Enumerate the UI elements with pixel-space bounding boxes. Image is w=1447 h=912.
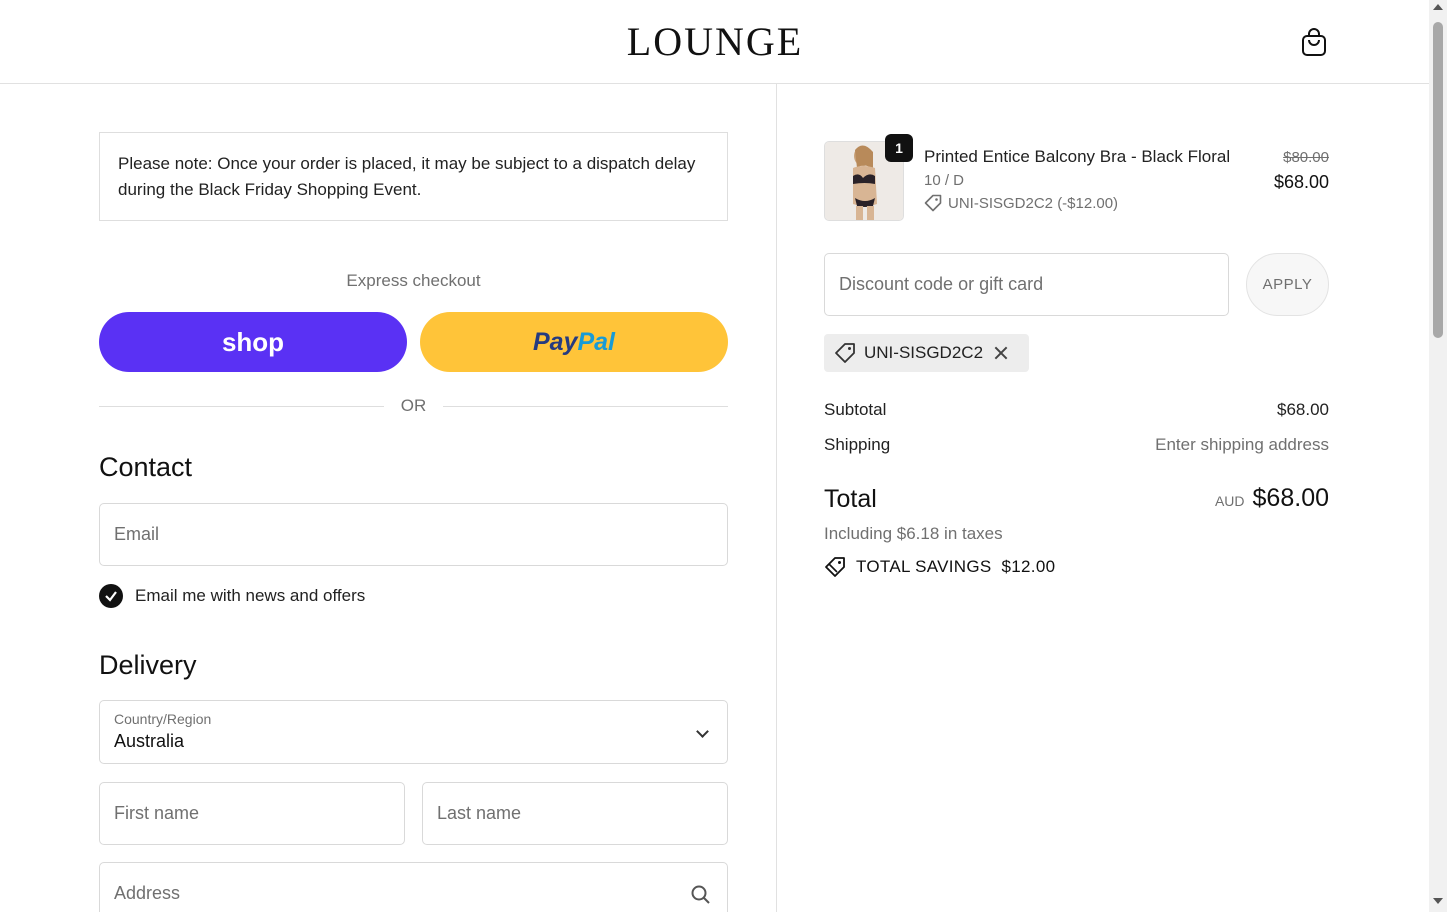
last-name-field[interactable]: Last name <box>422 782 728 845</box>
tag-icon <box>924 194 942 212</box>
search-icon <box>691 885 711 905</box>
product-discount-line: UNI-SISGD2C2 (-$12.00) <box>924 194 1118 212</box>
shopping-bag-icon[interactable] <box>1300 27 1328 57</box>
express-checkout-label: Express checkout <box>346 271 481 290</box>
savings-label: TOTAL SAVINGS <box>856 557 992 576</box>
contact-heading: Contact <box>99 452 193 482</box>
or-line-right <box>443 406 728 407</box>
total-label: Total <box>824 485 877 513</box>
paypal-label-pal: Pal <box>577 327 615 356</box>
email-placeholder: Email <box>114 524 160 544</box>
product-price: $68.00 <box>1273 172 1329 192</box>
country-select[interactable]: Country/Region Australia <box>99 700 728 764</box>
shop-pay-button[interactable]: shop <box>99 312 407 372</box>
chevron-down-icon <box>696 725 709 738</box>
product-discount-text: UNI-SISGD2C2 (-$12.00) <box>948 194 1119 212</box>
product-variant: 10 / D <box>924 172 965 189</box>
or-label: OR <box>400 396 427 415</box>
shop-pay-label: shop <box>221 326 285 357</box>
newsletter-checkbox[interactable]: Email me with news and offers <box>99 584 365 608</box>
total-amount: AUD $68.00 <box>1029 484 1329 513</box>
first-name-placeholder: First name <box>114 803 200 823</box>
or-line-left <box>99 406 384 407</box>
dispatch-notice: Please note: Once your order is placed, … <box>99 132 728 221</box>
scrollbar[interactable] <box>1429 0 1447 912</box>
subtotal-label: Subtotal <box>824 400 887 419</box>
delivery-heading: Delivery <box>99 650 197 680</box>
apply-button[interactable]: APPLY <box>1246 253 1329 316</box>
country-value: Australia <box>114 731 185 751</box>
tag-icon <box>835 343 855 363</box>
total-savings: TOTAL SAVINGS $12.00 <box>824 556 1055 578</box>
currency-code: AUD <box>1214 493 1245 509</box>
first-name-field[interactable]: First name <box>99 782 405 845</box>
scroll-down-arrow-icon[interactable] <box>1433 898 1443 904</box>
shipping-value: Enter shipping address <box>1155 435 1329 454</box>
shipping-label: Shipping <box>824 435 891 454</box>
paypal-label-pay: Pay <box>532 327 578 356</box>
last-name-placeholder: Last name <box>437 803 522 823</box>
discount-code-input[interactable]: Discount code or gift card <box>824 253 1229 316</box>
applied-code-chip: UNI-SISGD2C2 <box>824 334 1029 372</box>
close-icon[interactable] <box>993 345 1009 361</box>
tag-icon <box>825 557 845 577</box>
paypal-button[interactable]: Pay Pal <box>420 312 728 372</box>
discount-placeholder: Discount code or gift card <box>839 274 1044 294</box>
applied-code-text: UNI-SISGD2C2 <box>864 343 984 362</box>
address-placeholder: Address <box>114 883 181 903</box>
address-field[interactable]: Address <box>99 862 728 912</box>
savings-value: $12.00 <box>1001 557 1056 576</box>
taxes-note: Including $6.18 in taxes <box>824 524 1003 543</box>
total-value: $68.00 <box>1252 484 1329 512</box>
scroll-up-arrow-icon[interactable] <box>1433 4 1443 10</box>
header: LOUNGE <box>0 0 1429 84</box>
column-divider <box>776 84 777 912</box>
product-name: Printed Entice Balcony Bra - Black Flora… <box>924 147 1231 166</box>
country-label: Country/Region <box>114 711 212 727</box>
subtotal-value: $68.00 <box>1277 400 1329 419</box>
quantity-badge: 1 <box>885 134 913 162</box>
newsletter-label: Email me with news and offers <box>135 586 366 605</box>
product-original-price: $80.00 <box>1283 149 1329 166</box>
brand-logo[interactable]: LOUNGE <box>620 20 810 64</box>
or-separator: OR <box>99 396 728 418</box>
scrollbar-thumb[interactable] <box>1433 22 1443 338</box>
checkmark-icon[interactable] <box>99 584 123 608</box>
email-field[interactable]: Email <box>99 503 728 566</box>
